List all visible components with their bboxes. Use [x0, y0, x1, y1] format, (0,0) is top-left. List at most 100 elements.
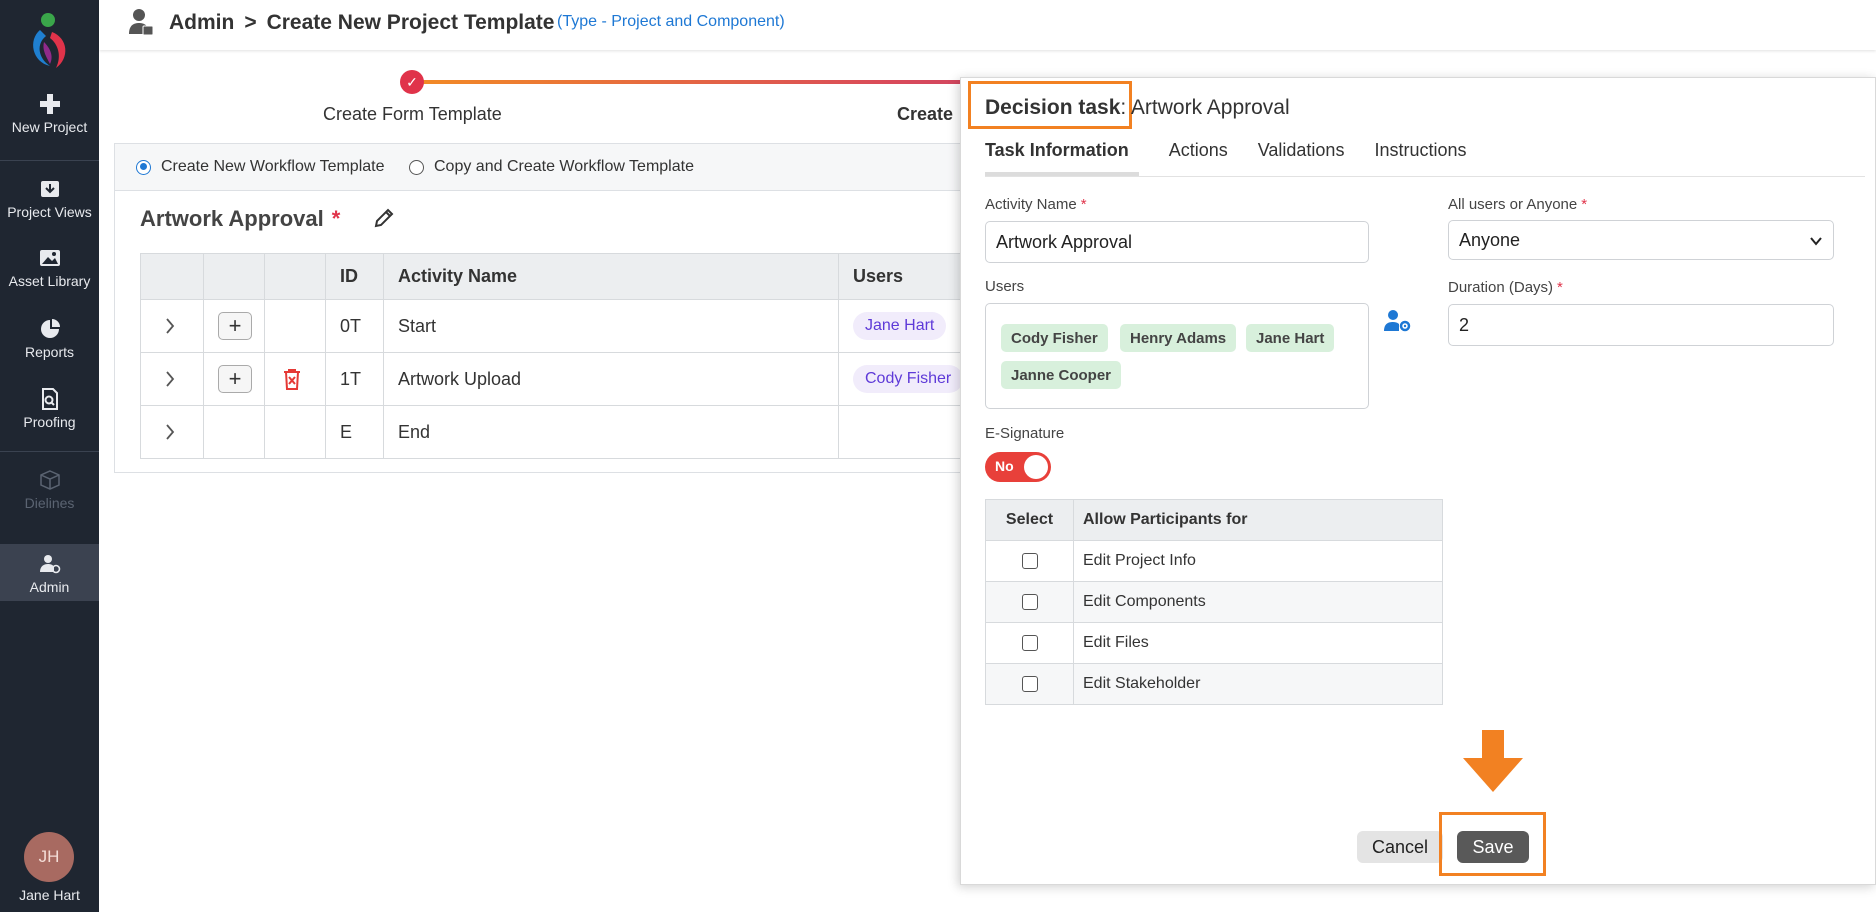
activity-name-cell[interactable]: Artwork Upload [383, 352, 839, 406]
column-header-allow: Allow Participants for [1073, 499, 1443, 541]
table-row[interactable]: + 1T Artwork Upload Cody Fisher [140, 352, 999, 406]
id-cell: 1T [325, 352, 384, 406]
sidebar-item-label: Project Views [7, 204, 92, 220]
chevron-down-icon [1810, 237, 1822, 246]
expand-cell[interactable] [140, 405, 204, 459]
app-logo-icon[interactable] [24, 8, 74, 72]
id-cell: E [325, 405, 384, 459]
table-row[interactable]: E End [140, 405, 999, 459]
sidebar-item-proofing[interactable]: Proofing [0, 388, 99, 430]
activity-name-cell[interactable]: End [383, 405, 839, 459]
label-text: All users or Anyone [1448, 196, 1578, 213]
box-icon [39, 470, 60, 490]
plus-icon [39, 94, 60, 114]
activity-name-cell[interactable]: Start [383, 299, 839, 353]
sidebar-item-reports[interactable]: Reports [0, 318, 99, 360]
page-title: Create New Project Template [266, 11, 555, 34]
chevron-right-icon[interactable] [165, 370, 175, 388]
tab-actions[interactable]: Actions [1169, 140, 1228, 176]
breadcrumb-root[interactable]: Admin [169, 11, 234, 34]
all-or-anyone-label: All users or Anyone * [1448, 196, 1587, 213]
select-value: Anyone [1459, 229, 1521, 250]
required-mark: * [1080, 196, 1087, 213]
add-activity-button[interactable]: + [218, 365, 252, 393]
permission-checkbox[interactable] [1021, 635, 1038, 651]
tab-instructions[interactable]: Instructions [1374, 140, 1466, 176]
select-cell [985, 581, 1074, 623]
sidebar-item-label: Reports [24, 344, 75, 360]
select-cell [985, 540, 1074, 582]
sidebar-item-label: Admin [29, 579, 70, 595]
user-chip[interactable]: Jane Hart [1246, 324, 1335, 352]
required-mark: * [331, 206, 341, 231]
table-row[interactable]: + 0T Start Jane Hart [140, 299, 999, 353]
id-cell: 0T [325, 299, 384, 353]
sidebar-item-new-project[interactable]: New Project [0, 93, 99, 135]
sidebar-item-label: New Project [11, 119, 88, 135]
label-text: Duration (Days) [1448, 279, 1554, 296]
avatar[interactable]: JH [24, 832, 74, 882]
sidebar-item-asset-library[interactable]: Asset Library [0, 247, 99, 289]
workflow-card: Create New Workflow Template Copy and Cr… [114, 143, 1014, 473]
duration-label: Duration (Days) * [1448, 279, 1563, 296]
column-header-id[interactable]: ID [325, 253, 384, 300]
sidebar-item-dielines[interactable]: Dielines [0, 469, 99, 511]
download-box-icon [40, 181, 59, 197]
save-button[interactable]: Save [1457, 831, 1529, 863]
sidebar-item-admin[interactable]: Admin [0, 544, 99, 601]
all-or-anyone-select[interactable]: Anyone [1448, 220, 1834, 260]
permission-label: Edit Stakeholder [1073, 663, 1443, 705]
template-type-note: (Type - Project and Component) [557, 13, 785, 30]
panel-title: Decision task: Artwork Approval [985, 96, 1290, 120]
delete-cell [264, 352, 326, 406]
add-column-header [203, 253, 265, 300]
permission-checkbox[interactable] [1021, 553, 1038, 569]
user-name: Jane Hart [19, 887, 80, 903]
expand-cell[interactable] [140, 352, 204, 406]
edit-pencil-icon[interactable] [373, 207, 395, 229]
add-cell [203, 405, 265, 459]
tab-task-information[interactable]: Task Information [985, 140, 1139, 176]
radio-label: Copy and Create Workflow Template [434, 158, 694, 175]
permission-checkbox[interactable] [1021, 594, 1038, 610]
add-cell: + [203, 352, 265, 406]
radio-create-new[interactable]: Create New Workflow Template [136, 158, 385, 176]
user-settings-icon[interactable] [1384, 309, 1412, 333]
pie-chart-icon [40, 319, 60, 338]
esignature-toggle[interactable]: No [985, 452, 1051, 482]
breadcrumb-separator: > [244, 11, 257, 34]
chevron-right-icon[interactable] [165, 423, 175, 441]
duration-input[interactable]: 2 [1448, 304, 1834, 346]
image-icon [39, 250, 60, 266]
delete-trash-icon[interactable] [282, 368, 302, 390]
user-chip[interactable]: Janne Cooper [1001, 361, 1122, 389]
step-complete-check-icon[interactable]: ✓ [400, 70, 424, 94]
user-chip[interactable]: Cody Fisher [1001, 324, 1108, 352]
activity-name-input[interactable]: Artwork Approval [985, 221, 1369, 263]
chevron-right-icon[interactable] [165, 317, 175, 335]
workflow-title-text: Artwork Approval [140, 206, 324, 231]
sidebar-item-label: Asset Library [8, 273, 91, 289]
add-activity-button[interactable]: + [218, 312, 252, 340]
column-header-select: Select [985, 499, 1074, 541]
expand-cell[interactable] [140, 299, 204, 353]
column-header-activity-name[interactable]: Activity Name [383, 253, 839, 300]
tab-validations[interactable]: Validations [1258, 140, 1345, 176]
user-chip[interactable]: Henry Adams [1120, 324, 1237, 352]
step-1-label[interactable]: Create Form Template [323, 104, 502, 125]
step-2-label[interactable]: Create [897, 104, 953, 125]
admin-user-icon [39, 555, 60, 574]
users-field[interactable]: Cody Fisher Henry Adams Jane Hart Janne … [985, 303, 1369, 409]
sidebar: New Project Project Views Asset Library … [0, 0, 99, 912]
sidebar-divider [0, 451, 99, 452]
select-cell [985, 663, 1074, 705]
permission-checkbox[interactable] [1021, 676, 1038, 692]
radio-copy-create[interactable]: Copy and Create Workflow Template [409, 158, 694, 176]
sidebar-item-project-views[interactable]: Project Views [0, 178, 99, 220]
cancel-button[interactable]: Cancel [1357, 831, 1443, 863]
user-pill: Jane Hart [853, 312, 947, 340]
radio-label: Create New Workflow Template [161, 158, 385, 175]
arrow-down-icon [1463, 730, 1523, 792]
table-row: Edit Files [985, 622, 1443, 664]
tabs-divider [985, 176, 1865, 177]
